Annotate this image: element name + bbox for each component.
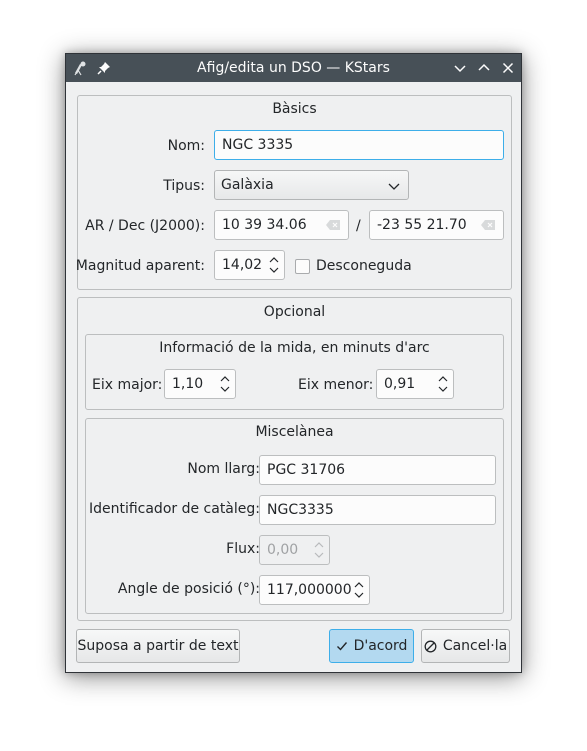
position-angle-spinbox[interactable]: 117,000000	[259, 575, 370, 605]
clear-icon[interactable]	[480, 219, 496, 231]
optional-group-title: Opcional	[263, 304, 326, 320]
major-axis-spinbox[interactable]: 1,10	[164, 369, 236, 399]
size-group-title: Informació de la mida, en minuts d'arc	[159, 340, 430, 356]
type-select-value: Galàxia	[221, 177, 274, 193]
ok-button[interactable]: D'acord	[329, 629, 414, 663]
radec-separator: /	[356, 218, 361, 234]
major-axis-label: Eix major:	[92, 377, 163, 393]
basics-group-title: Bàsics	[272, 101, 317, 117]
spin-arrows-icon[interactable]	[219, 374, 231, 394]
flux-value: 0,00	[267, 542, 299, 558]
clear-icon[interactable]	[325, 219, 341, 231]
minor-axis-spinbox[interactable]: 0,91	[376, 369, 454, 399]
dec-input[interactable]: -23 55 21.70	[369, 210, 504, 240]
ok-button-label: D'acord	[353, 638, 408, 654]
minimize-icon[interactable]	[452, 60, 468, 76]
position-angle-label: Angle de posició (°):	[117, 581, 260, 597]
name-label: Nom:	[167, 138, 205, 154]
dialog-window: Afig/edita un DSO — KStars Bàsics Nom: N…	[65, 53, 522, 673]
magnitude-value: 14,02	[222, 257, 263, 273]
major-axis-value: 1,10	[172, 376, 204, 392]
ra-input[interactable]: 10 39 34.06	[214, 210, 349, 240]
magnitude-label: Magnitud aparent:	[75, 258, 205, 274]
check-icon	[336, 642, 347, 651]
name-input[interactable]: NGC 3335	[214, 130, 504, 160]
misc-group: Miscelànea Nom llarg: PGC 31706 Identifi…	[85, 418, 504, 614]
optional-group: Opcional Informació de la mida, en minut…	[77, 297, 512, 621]
spin-arrows-icon[interactable]	[437, 374, 449, 394]
type-select[interactable]: Galàxia	[214, 170, 409, 200]
ra-input-value: 10 39 34.06	[222, 217, 307, 233]
unknown-checkbox[interactable]	[295, 259, 310, 274]
title-bar[interactable]: Afig/edita un DSO — KStars	[66, 54, 521, 82]
spin-arrows-icon[interactable]	[353, 580, 365, 600]
spin-arrows-icon[interactable]	[268, 255, 280, 275]
long-name-input[interactable]: PGC 31706	[259, 455, 496, 485]
flux-spinbox: 0,00	[259, 535, 330, 565]
long-name-label: Nom llarg:	[187, 461, 260, 477]
spin-arrows-icon	[314, 542, 324, 558]
cancel-icon	[424, 640, 437, 652]
maximize-icon[interactable]	[476, 60, 492, 76]
radec-label: AR / Dec (J2000):	[85, 218, 205, 234]
misc-group-title: Miscelànea	[255, 424, 334, 440]
minor-axis-label: Eix menor:	[298, 377, 374, 393]
flux-label: Flux:	[226, 541, 260, 557]
guess-from-text-button[interactable]: Suposa a partir de text	[76, 629, 240, 663]
catalog-id-label: Identificador de catàleg:	[88, 501, 260, 517]
size-group: Informació de la mida, en minuts d'arc E…	[85, 334, 504, 410]
basics-group: Bàsics Nom: NGC 3335 Tipus: Galàxia AR /…	[75, 95, 512, 290]
position-angle-value: 117,000000	[267, 582, 352, 598]
close-icon[interactable]	[500, 60, 516, 76]
unknown-label: Desconeguda	[316, 258, 412, 274]
cancel-button-label: Cancel·la	[442, 638, 508, 654]
chevron-down-icon	[388, 183, 400, 190]
minor-axis-value: 0,91	[384, 376, 416, 392]
type-label: Tipus:	[163, 178, 205, 194]
magnitude-spinbox[interactable]: 14,02	[214, 250, 285, 280]
cancel-button[interactable]: Cancel·la	[421, 629, 510, 663]
dec-input-value: -23 55 21.70	[377, 217, 467, 233]
catalog-id-input[interactable]: NGC3335	[259, 495, 496, 525]
